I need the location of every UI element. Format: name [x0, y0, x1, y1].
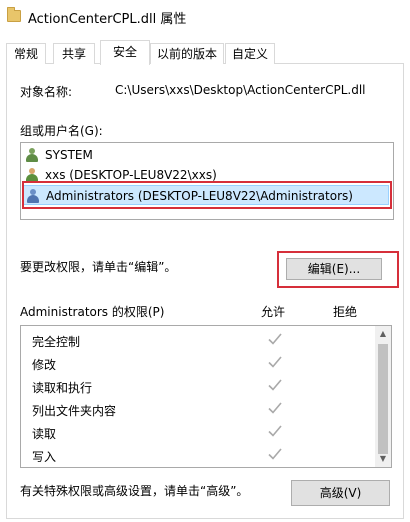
permission-name: 读取和执行 — [32, 381, 93, 395]
folder-icon — [7, 7, 21, 22]
permissions-scrollbar[interactable]: ▲ ▼ — [375, 326, 391, 467]
user-icon — [25, 168, 39, 182]
permission-row: 读取和执行 — [21, 375, 373, 398]
selection-highlight-frame — [22, 181, 392, 209]
title-bar: ActionCenterCPL.dll 属性 — [0, 0, 410, 34]
advanced-hint: 有关特殊权限或高级设置，请单击“高级”。 — [20, 484, 249, 498]
object-name-value: C:\Users\xxs\Desktop\ActionCenterCPL.dll — [115, 83, 366, 97]
permission-row: 完全控制 — [21, 329, 373, 352]
check-icon — [268, 448, 282, 460]
permission-row: 修改 — [21, 352, 373, 375]
check-icon — [268, 379, 282, 391]
permission-row: 读取 — [21, 421, 373, 444]
check-icon — [268, 356, 282, 368]
tab-security[interactable]: 安全 — [100, 40, 150, 65]
check-icon — [268, 333, 282, 345]
scroll-down-icon[interactable]: ▼ — [375, 451, 391, 467]
permission-row: 列出文件夹内容 — [21, 398, 373, 421]
object-name-label: 对象名称: — [20, 85, 73, 99]
tab-general[interactable]: 常规 — [6, 43, 46, 64]
permissions-list: 完全控制 修改 读取和执行 列出文件夹内容 读取 写入 ▲ ▼ — [20, 325, 392, 468]
tab-previous-versions[interactable]: 以前的版本 — [150, 43, 224, 64]
permission-name: 读取 — [32, 427, 57, 441]
permission-row: 写入 — [21, 444, 373, 467]
window-title: ActionCenterCPL.dll 属性 — [28, 12, 187, 27]
permission-name: 修改 — [32, 358, 57, 372]
deny-header: 拒绝 — [333, 305, 358, 319]
edit-hint: 要更改权限，请单击“编辑”。 — [20, 260, 177, 274]
permission-name: 列出文件夹内容 — [32, 404, 117, 418]
check-icon — [268, 402, 282, 414]
permission-name: 完全控制 — [32, 335, 81, 349]
scroll-thumb[interactable] — [378, 344, 388, 454]
advanced-button[interactable]: 高级(V) — [291, 480, 390, 506]
group-list-label: 组或用户名(G): — [20, 124, 103, 138]
edit-highlight-frame — [277, 251, 399, 288]
group-item-label: SYSTEM — [45, 148, 93, 162]
check-icon — [268, 425, 282, 437]
permissions-label: Administrators 的权限(P) — [20, 305, 165, 319]
permission-name: 写入 — [32, 450, 57, 464]
scroll-up-icon[interactable]: ▲ — [375, 326, 391, 342]
tab-sharing[interactable]: 共享 — [53, 43, 95, 64]
allow-header: 允许 — [261, 305, 286, 319]
tab-customize[interactable]: 自定义 — [225, 43, 275, 64]
group-icon — [25, 148, 39, 162]
